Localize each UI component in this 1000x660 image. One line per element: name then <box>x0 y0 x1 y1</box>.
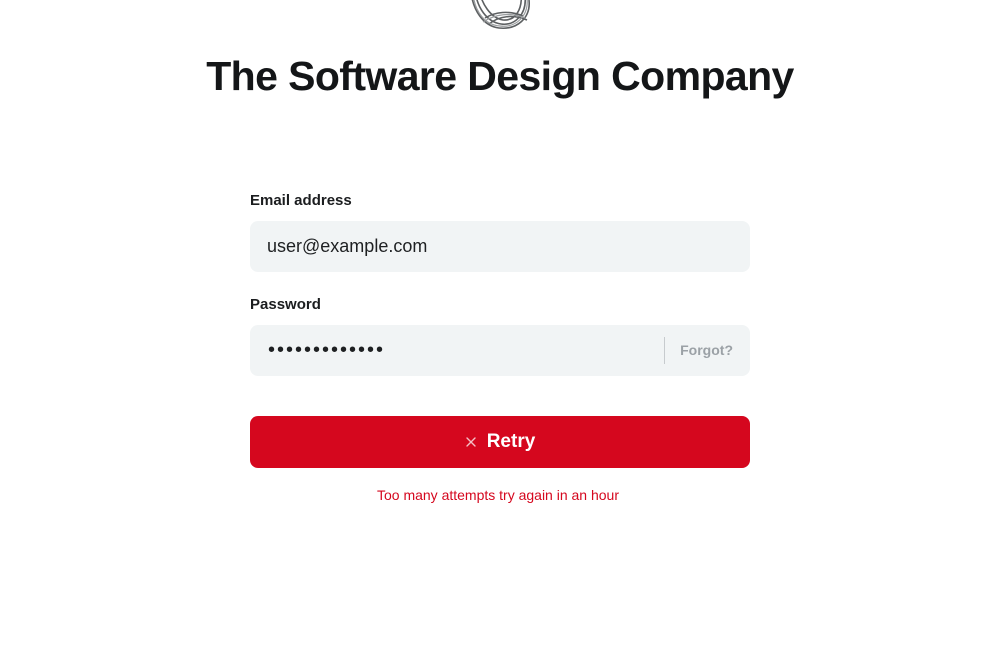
password-field[interactable]: ••••••••••••• Forgot? <box>250 325 750 376</box>
login-form: Email address Password ••••••••••••• For… <box>250 192 750 503</box>
page-title: The Software Design Company <box>206 53 794 99</box>
password-group: Password ••••••••••••• Forgot? <box>250 296 750 376</box>
close-icon <box>466 437 476 447</box>
email-field[interactable] <box>250 221 750 272</box>
retry-button[interactable]: Retry <box>250 416 750 468</box>
field-divider <box>664 337 665 364</box>
forgot-password-link[interactable]: Forgot? <box>680 342 733 358</box>
retry-button-label: Retry <box>486 431 536 452</box>
email-group: Email address <box>250 192 750 272</box>
login-page: The Software Design Company Email addres… <box>0 0 1000 660</box>
password-label: Password <box>250 296 321 313</box>
knot-logo-icon <box>471 0 530 29</box>
email-label: Email address <box>250 192 352 209</box>
password-masked-value: ••••••••••••• <box>268 339 386 361</box>
error-message: Too many attempts try again in an hour <box>376 487 620 503</box>
